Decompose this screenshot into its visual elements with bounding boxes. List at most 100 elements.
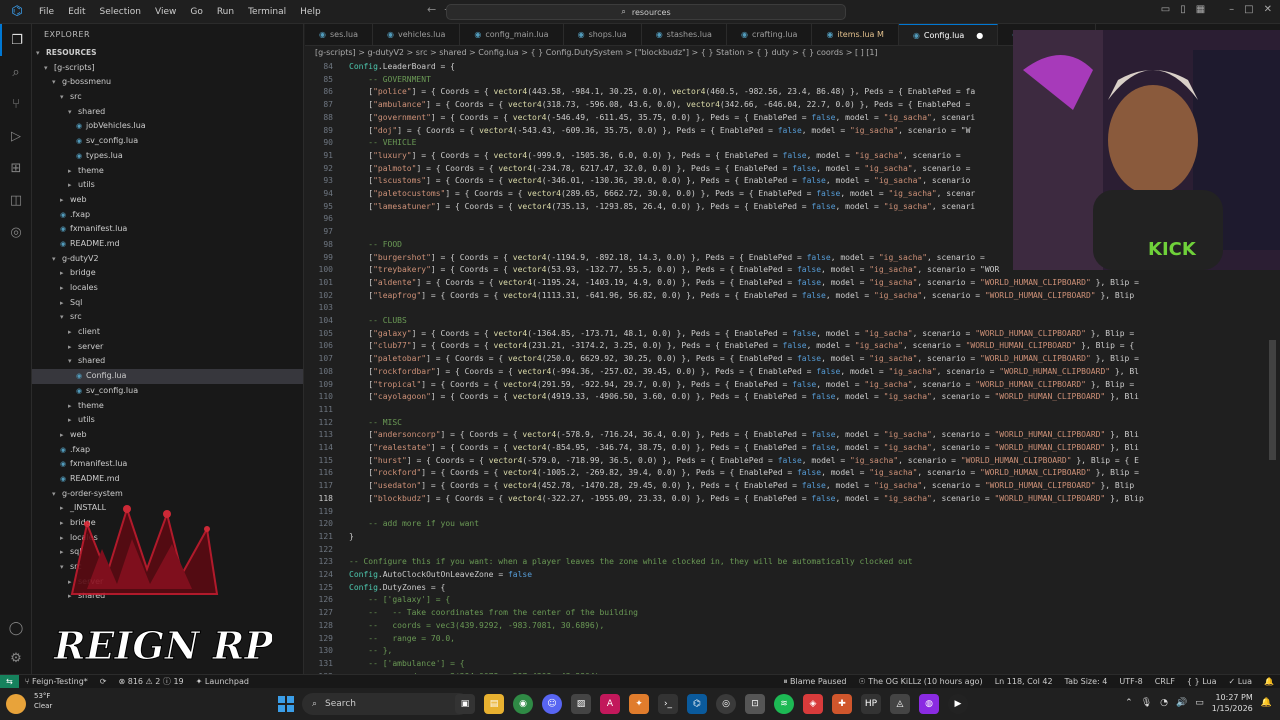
unsaved-dot-icon[interactable]: ●	[976, 25, 983, 46]
code-line[interactable]: -- VEHICLE	[349, 138, 416, 147]
folder-item[interactable]: ▸ utils	[32, 178, 303, 193]
folder-item[interactable]: ▾ shared	[32, 105, 303, 120]
file-item[interactable]: ◉ fxmanifest.lua	[32, 457, 303, 472]
code-line[interactable]: ["lamesatuner"] = { Coords = { vector4(7…	[349, 202, 975, 211]
spotify-icon[interactable]: ≋	[774, 694, 794, 714]
app-d-icon[interactable]: ◈	[803, 694, 823, 714]
folder-item[interactable]: ▸ web	[32, 193, 303, 208]
status-project[interactable]: ⑂ Feign-Testing*	[19, 677, 94, 686]
code-line[interactable]: ["luxury"] = { Coords = { vector4(-999.9…	[349, 151, 960, 160]
status-problems[interactable]: ⊗ 816 ⚠ 2 ⓘ 19	[112, 676, 189, 687]
folder-item[interactable]: ▾ src	[32, 310, 303, 325]
weather-sun-icon[interactable]	[6, 694, 26, 714]
code-line[interactable]: Config.DutyZones = {	[349, 583, 445, 592]
code-line[interactable]: -- -- Take coordinates from the center o…	[349, 608, 638, 617]
editor-tab[interactable]: ◉ items.lua M	[812, 24, 899, 45]
volume-icon[interactable]: 🔊	[1176, 698, 1187, 708]
layout-icon[interactable]: ▭	[1161, 4, 1170, 15]
weather-widget[interactable]: 53°F Clear	[34, 691, 52, 711]
code-line[interactable]: ["treybakery"] = { Coords = { vector4(53…	[349, 265, 999, 274]
code-line[interactable]: -- FOOD	[349, 240, 402, 249]
folder-item[interactable]: ▾ src	[32, 90, 303, 105]
menu-help[interactable]: Help	[293, 0, 328, 24]
editor-tab[interactable]: ◉ shops.lua	[564, 24, 642, 45]
code-line[interactable]: ["galaxy"] = { Coords = { vector4(-1364.…	[349, 329, 1134, 338]
code-line[interactable]: -- GOVERNMENT	[349, 75, 431, 84]
code-line[interactable]: ["realestate"] = { Coords = { vector4(-8…	[349, 443, 1139, 452]
code-line[interactable]: Config.AutoClockOutOnLeaveZone = false	[349, 570, 532, 579]
file-item[interactable]: ◉ types.lua	[32, 149, 303, 164]
folder-item[interactable]: ▾ g-bossmenu	[32, 75, 303, 90]
folder-item[interactable]: ▸ server	[32, 340, 303, 355]
code-line[interactable]: -- coords = vec3(439.9292, -983.7081, 30…	[349, 621, 604, 630]
close-icon[interactable]: ✕	[1264, 4, 1272, 15]
code-line[interactable]: ["club77"] = { Coords = { vector4(231.21…	[349, 341, 1134, 350]
code-line[interactable]: ["police"] = { Coords = { vector4(443.58…	[349, 87, 975, 96]
code-line[interactable]: ["leapfrog"] = { Coords = { vector4(1113…	[349, 291, 1134, 300]
menu-run[interactable]: Run	[210, 0, 241, 24]
folder-item[interactable]: ▸ locales	[32, 281, 303, 296]
resources-section-header[interactable]: ▾ RESOURCES	[32, 46, 303, 61]
remote-explorer-icon[interactable]: ◫	[0, 184, 32, 216]
code-line[interactable]: ["palmoto"] = { Coords = { vector4(-234.…	[349, 164, 970, 173]
code-line[interactable]: -- ['ambulance'] = {	[349, 659, 464, 668]
app-e-icon[interactable]: ✚	[832, 694, 852, 714]
command-center-search[interactable]: ⌕ resources	[446, 4, 846, 20]
notification-icon[interactable]: 🔔	[1261, 698, 1272, 708]
editor-tab[interactable]: ◉ config_main.lua	[460, 24, 564, 45]
code-line[interactable]: ["paletobar"] = { Coords = { vector4(250…	[349, 354, 1139, 363]
layout-grid-icon[interactable]: ▦	[1196, 4, 1205, 15]
extensions-icon[interactable]: ⊞	[0, 152, 32, 184]
sync-icon[interactable]: ⟳	[94, 677, 113, 686]
file-item[interactable]: ◉ .fxap	[32, 443, 303, 458]
file-item[interactable]: ◉ fxmanifest.lua	[32, 222, 303, 237]
editor-tab[interactable]: ◉ vehicles.lua	[373, 24, 461, 45]
folder-item[interactable]: ▾ g-dutyV2	[32, 252, 303, 267]
git-blame-info[interactable]: ☉ The OG KiLLz (10 hours ago)	[853, 677, 989, 686]
media-player-icon[interactable]: ▶	[948, 694, 968, 714]
folder-item[interactable]: ▸ Sql	[32, 296, 303, 311]
chrome-icon[interactable]: ◉	[513, 694, 533, 714]
maximize-icon[interactable]: □	[1244, 4, 1253, 15]
windows-start-icon[interactable]	[278, 696, 294, 712]
code-line[interactable]: }	[349, 532, 354, 541]
launchpad-button[interactable]: ✦ Launchpad	[190, 677, 255, 686]
code-line[interactable]: -- range = 70.0,	[349, 634, 455, 643]
code-line[interactable]: ["usedaton"] = { Coords = { vector4(452.…	[349, 481, 1134, 490]
settings-gear-icon[interactable]: ⚙	[0, 642, 32, 674]
microphone-icon[interactable]: 🎙	[1141, 698, 1152, 708]
explorer-icon[interactable]: ❐	[0, 24, 32, 56]
notifications-bell-icon[interactable]: 🔔	[1258, 677, 1280, 686]
tray-overflow-icon[interactable]: ⌃	[1125, 698, 1133, 708]
back-arrow-icon[interactable]: ←	[427, 3, 436, 16]
obs-icon[interactable]: ◎	[716, 694, 736, 714]
menu-selection[interactable]: Selection	[93, 0, 148, 24]
discord-icon[interactable]: ☺	[542, 694, 562, 714]
folder-item[interactable]: ▸ client	[32, 325, 303, 340]
menu-terminal[interactable]: Terminal	[241, 0, 293, 24]
network-icon[interactable]: ◔	[1160, 698, 1168, 708]
app-g-icon[interactable]: ◬	[890, 694, 910, 714]
tab-size[interactable]: Tab Size: 4	[1059, 677, 1114, 686]
folder-item[interactable]: ▸ theme	[32, 164, 303, 179]
photos-icon[interactable]: ▨	[571, 694, 591, 714]
account-icon[interactable]: ◯	[0, 612, 32, 644]
code-line[interactable]: ["blockbudz"] = { Coords = { vector4(-32…	[349, 494, 1144, 503]
code-line[interactable]: -- MISC	[349, 418, 402, 427]
taskbar-clock[interactable]: 10:27 PM 1/15/2026	[1212, 692, 1253, 714]
code-line[interactable]: ["hurst"] = { Coords = { vector4(-579.0,…	[349, 456, 1139, 465]
scrollbar-thumb[interactable]	[1269, 340, 1276, 460]
code-line[interactable]: ["doj"] = { Coords = { vector4(-543.43, …	[349, 126, 970, 135]
code-line[interactable]: ["rockford"] = { Coords = { vector4(-100…	[349, 468, 1139, 477]
file-item[interactable]: ◉ README.md	[32, 237, 303, 252]
terminal-icon[interactable]: ›_	[658, 694, 678, 714]
code-line[interactable]: Config.LeaderBoard = {	[349, 62, 455, 71]
taskbar-search[interactable]: ⌕ Search	[302, 693, 470, 715]
app-c-icon[interactable]: ⊡	[745, 694, 765, 714]
code-line[interactable]: ["lscustoms"] = { Coords = { vector4(-34…	[349, 176, 970, 185]
code-line[interactable]: -- },	[349, 646, 392, 655]
folder-item[interactable]: ▸ web	[32, 428, 303, 443]
code-line[interactable]: ["andersoncorp"] = { Coords = { vector4(…	[349, 430, 1139, 439]
menu-go[interactable]: Go	[183, 0, 209, 24]
remote-indicator-icon[interactable]: ⇆	[0, 674, 19, 689]
